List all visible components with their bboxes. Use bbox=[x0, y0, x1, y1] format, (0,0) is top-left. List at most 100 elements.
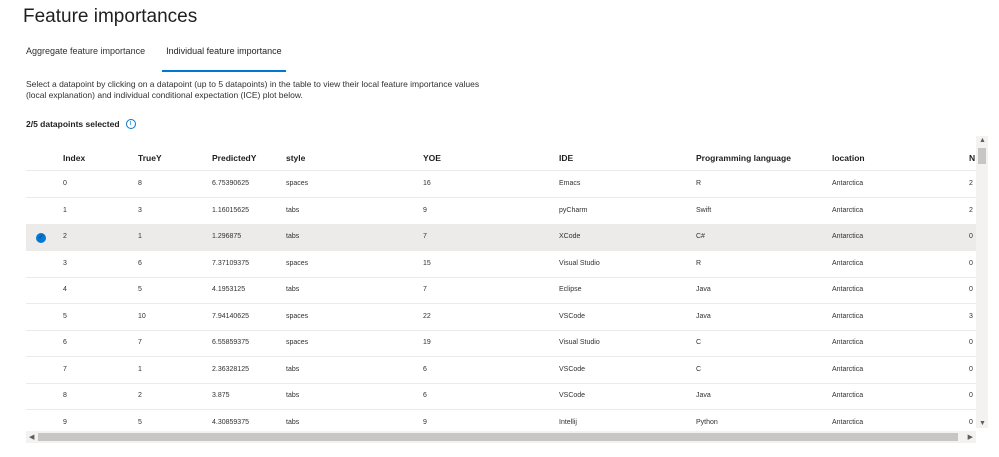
table-row[interactable]: 8 2 3.875 tabs 6 VSCode Java Antarctica 0 bbox=[26, 383, 976, 410]
cell-truey: 5 bbox=[138, 286, 142, 293]
column-header-n[interactable]: N bbox=[969, 153, 975, 163]
cell-n: 0 bbox=[969, 392, 973, 399]
scroll-down-icon[interactable]: ▼ bbox=[979, 420, 986, 427]
table-row[interactable]: 0 8 6.75390625 spaces 16 Emacs R Antarctica 2 bbox=[26, 171, 976, 198]
cell-ide: VSCode bbox=[559, 365, 586, 373]
cell-style: tabs bbox=[286, 233, 300, 240]
cell-yoe: 9 bbox=[423, 418, 427, 426]
cell-location: Antarctica bbox=[832, 233, 864, 240]
cell-location: Antarctica bbox=[832, 339, 864, 346]
cell-predictedy: 7.37109375 bbox=[212, 259, 249, 267]
column-header-predictedy[interactable]: PredictedY bbox=[212, 153, 256, 163]
cell-location: Antarctica bbox=[832, 365, 864, 373]
cell-n: 0 bbox=[969, 365, 973, 373]
column-header-style[interactable]: style bbox=[286, 153, 305, 163]
table-row[interactable]: 4 5 4.1953125 tabs 7 Eclipse Java Antarctica 0 bbox=[26, 277, 976, 304]
cell-truey: 1 bbox=[138, 233, 142, 240]
cell-style: tabs bbox=[286, 286, 300, 293]
cell-truey: 7 bbox=[138, 339, 142, 346]
cell-truey: 5 bbox=[138, 418, 142, 426]
cell-programming-language: Python bbox=[696, 418, 718, 426]
cell-n: 3 bbox=[969, 312, 973, 320]
cell-style: tabs bbox=[286, 418, 300, 426]
info-icon[interactable]: i bbox=[125, 119, 136, 129]
cell-predictedy: 4.1953125 bbox=[212, 286, 246, 293]
table-row[interactable]: 9 5 4.30859375 tabs 9 Intellij Python Antarctic… bbox=[26, 410, 976, 431]
cell-yoe: 9 bbox=[423, 206, 427, 214]
horizontal-scroll-thumb[interactable] bbox=[38, 433, 958, 441]
scroll-right-icon[interactable]: ▶ bbox=[968, 433, 973, 441]
table-row[interactable]: 7 1 2.36328125 tabs 6 VSCode C Antarctica 0 bbox=[26, 357, 976, 384]
cell-ide: Intellij bbox=[559, 418, 577, 426]
cell-style: tabs bbox=[286, 392, 300, 399]
cell-index: 6 bbox=[63, 339, 67, 346]
cell-ide: pyCharm bbox=[559, 206, 588, 214]
cell-style: spaces bbox=[286, 259, 309, 267]
cell-n: 0 bbox=[969, 259, 973, 267]
scroll-up-icon[interactable]: ▲ bbox=[979, 137, 986, 144]
scroll-left-icon[interactable]: ◀ bbox=[29, 433, 34, 441]
column-header-index[interactable]: Index bbox=[63, 153, 85, 163]
tab-aggregate-feature-importance[interactable]: Aggregate feature importance bbox=[26, 46, 145, 66]
cell-yoe: 16 bbox=[423, 180, 431, 187]
cell-truey: 6 bbox=[138, 259, 142, 267]
cell-programming-language: C# bbox=[696, 233, 705, 240]
cell-ide: Visual Studio bbox=[559, 259, 600, 267]
cell-programming-language: C bbox=[696, 339, 702, 346]
cell-location: Antarctica bbox=[832, 418, 864, 426]
tab-individual-feature-importance[interactable]: Individual feature importance bbox=[162, 46, 286, 72]
cell-index: 7 bbox=[63, 365, 67, 373]
cell-index: 2 bbox=[63, 233, 67, 240]
column-header-yoe[interactable]: YOE bbox=[423, 153, 441, 163]
cell-style: spaces bbox=[286, 339, 309, 346]
table-row[interactable]: 1 3 1.16015625 tabs 9 pyCharm Swift Antarctica 2 bbox=[26, 198, 976, 225]
cell-ide: VSCode bbox=[559, 392, 586, 399]
cell-ide: Emacs bbox=[559, 180, 581, 187]
column-header-truey[interactable]: TrueY bbox=[138, 153, 162, 163]
instructions-text: Select a datapoint by clicking on a data… bbox=[26, 79, 480, 100]
cell-predictedy: 6.75390625 bbox=[212, 180, 249, 187]
cell-index: 8 bbox=[63, 392, 67, 399]
cell-yoe: 15 bbox=[423, 259, 431, 267]
checkmark-circle-icon[interactable]: ✓ bbox=[36, 233, 46, 243]
cell-programming-language: Java bbox=[696, 392, 711, 399]
cell-programming-language: Java bbox=[696, 286, 711, 293]
cell-programming-language: C bbox=[696, 365, 702, 373]
table-row[interactable]: 6 7 6.55859375 spaces 19 Visual Studio C Antarc… bbox=[26, 330, 976, 357]
cell-n: 0 bbox=[969, 339, 973, 346]
tab-bar: Aggregate feature importance Individual … bbox=[26, 46, 303, 72]
cell-n: 0 bbox=[969, 418, 973, 426]
selection-status: 2/5 datapoints selected i bbox=[26, 119, 136, 129]
cell-yoe: 6 bbox=[423, 365, 427, 373]
cell-programming-language: R bbox=[696, 180, 702, 187]
table-row[interactable]: 5 10 7.94140625 spaces 22 VSCode Java Antarctic… bbox=[26, 304, 976, 331]
column-header-programming-language[interactable]: Programming language bbox=[696, 153, 791, 163]
cell-index: 9 bbox=[63, 418, 67, 426]
cell-n: 0 bbox=[969, 286, 973, 293]
vertical-scrollbar[interactable]: ▲ ▼ bbox=[976, 136, 988, 428]
selection-count-label: 2/5 datapoints selected bbox=[26, 119, 120, 129]
column-header-location[interactable]: location bbox=[832, 153, 865, 163]
cell-n: 2 bbox=[969, 180, 973, 187]
cell-truey: 1 bbox=[138, 365, 142, 373]
column-header-ide[interactable]: IDE bbox=[559, 153, 573, 163]
cell-location: Antarctica bbox=[832, 392, 864, 399]
vertical-scroll-thumb[interactable] bbox=[978, 148, 986, 164]
cell-yoe: 22 bbox=[423, 312, 431, 320]
cell-programming-language: R bbox=[696, 259, 702, 267]
cell-yoe: 6 bbox=[423, 392, 427, 399]
cell-predictedy: 6.55859375 bbox=[212, 339, 249, 346]
table-row[interactable]: 3 6 7.37109375 spaces 15 Visual Studio R Antarc… bbox=[26, 251, 976, 278]
cell-style: spaces bbox=[286, 180, 309, 187]
cell-predictedy: 3.875 bbox=[212, 392, 230, 399]
page-title: Feature importances bbox=[23, 6, 198, 27]
cell-predictedy: 2.36328125 bbox=[212, 365, 249, 373]
table-row[interactable]: ✓ 2 1 1.296875 tabs 7 XCode C# Antarctica 0 bbox=[26, 224, 976, 251]
horizontal-scrollbar[interactable]: ◀ ▶ bbox=[26, 431, 976, 443]
cell-n: 2 bbox=[969, 206, 973, 214]
table-header: Index TrueY PredictedY style YOE IDE Pro… bbox=[26, 144, 976, 171]
cell-truey: 10 bbox=[138, 312, 146, 320]
cell-style: tabs bbox=[286, 365, 300, 373]
cell-location: Antarctica bbox=[832, 180, 864, 187]
cell-ide: Visual Studio bbox=[559, 339, 600, 346]
